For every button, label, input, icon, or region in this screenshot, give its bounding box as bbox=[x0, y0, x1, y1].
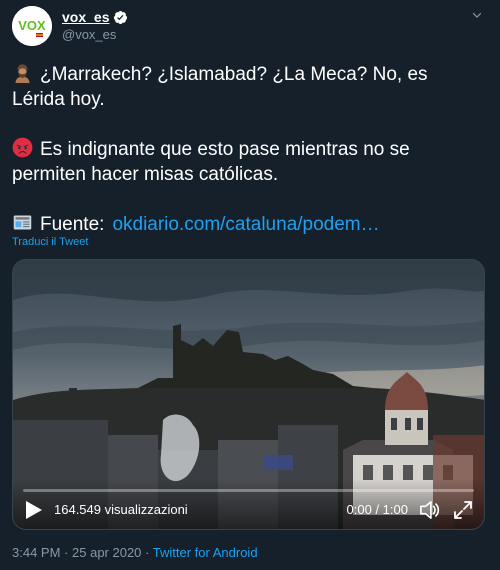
volume-icon[interactable] bbox=[419, 500, 441, 520]
translate-tweet-link[interactable]: Traduci il Tweet bbox=[12, 236, 88, 248]
name-row: vox_es bbox=[62, 9, 128, 25]
tweet-paragraph: Fuente: okdiario.com/cataluna/podem… bbox=[12, 212, 482, 237]
chevron-down-icon[interactable] bbox=[470, 8, 484, 22]
view-count: 164.549 visualizzazioni bbox=[54, 502, 188, 517]
angry-face-icon bbox=[12, 137, 33, 158]
tweet-date[interactable]: 25 apr 2020 bbox=[72, 545, 141, 560]
tweet-meta: 3:44 PM · 25 apr 2020 · Twitter for Andr… bbox=[12, 545, 258, 560]
display-name[interactable]: vox_es bbox=[62, 9, 109, 25]
tweet-time[interactable]: 3:44 PM bbox=[12, 545, 60, 560]
source-label: Fuente: bbox=[40, 214, 105, 235]
tweet-text: ¿Marrakech? ¿Islamabad? ¿La Meca? No, es… bbox=[12, 62, 482, 237]
tweet-paragraph-text: ¿Marrakech? ¿Islamabad? ¿La Meca? No, es… bbox=[12, 64, 428, 110]
vox-logo-icon: VOX bbox=[12, 6, 52, 46]
tweet-header: VOX vox_es @vox_es bbox=[12, 6, 488, 50]
progress-bar[interactable] bbox=[23, 489, 474, 492]
tweet-paragraph-text: Es indignante que esto pase mientras no … bbox=[12, 139, 410, 185]
play-icon[interactable] bbox=[25, 500, 43, 520]
meta-separator: · bbox=[145, 545, 150, 560]
tweet-paragraph: ¿Marrakech? ¿Islamabad? ¿La Meca? No, es… bbox=[12, 62, 482, 112]
tweet-paragraph: Es indignante que esto pase mientras no … bbox=[12, 137, 482, 187]
video-time: 0:00 / 1:00 bbox=[346, 502, 408, 517]
handle[interactable]: @vox_es bbox=[62, 27, 116, 42]
article-link[interactable]: okdiario.com/cataluna/podem… bbox=[112, 214, 379, 235]
video-player[interactable]: 164.549 visualizzazioni 0:00 / 1:00 bbox=[12, 259, 485, 530]
person-wearing-turban-icon bbox=[15, 64, 30, 83]
verified-badge-icon bbox=[114, 10, 128, 24]
avatar[interactable]: VOX bbox=[12, 6, 52, 46]
meta-separator: · bbox=[64, 545, 69, 560]
fullscreen-icon[interactable] bbox=[453, 500, 473, 520]
video-controls: 164.549 visualizzazioni 0:00 / 1:00 bbox=[13, 479, 484, 529]
avatar-text: VOX bbox=[18, 18, 46, 33]
tweet-source[interactable]: Twitter for Android bbox=[153, 545, 258, 560]
newspaper-icon bbox=[13, 215, 32, 230]
